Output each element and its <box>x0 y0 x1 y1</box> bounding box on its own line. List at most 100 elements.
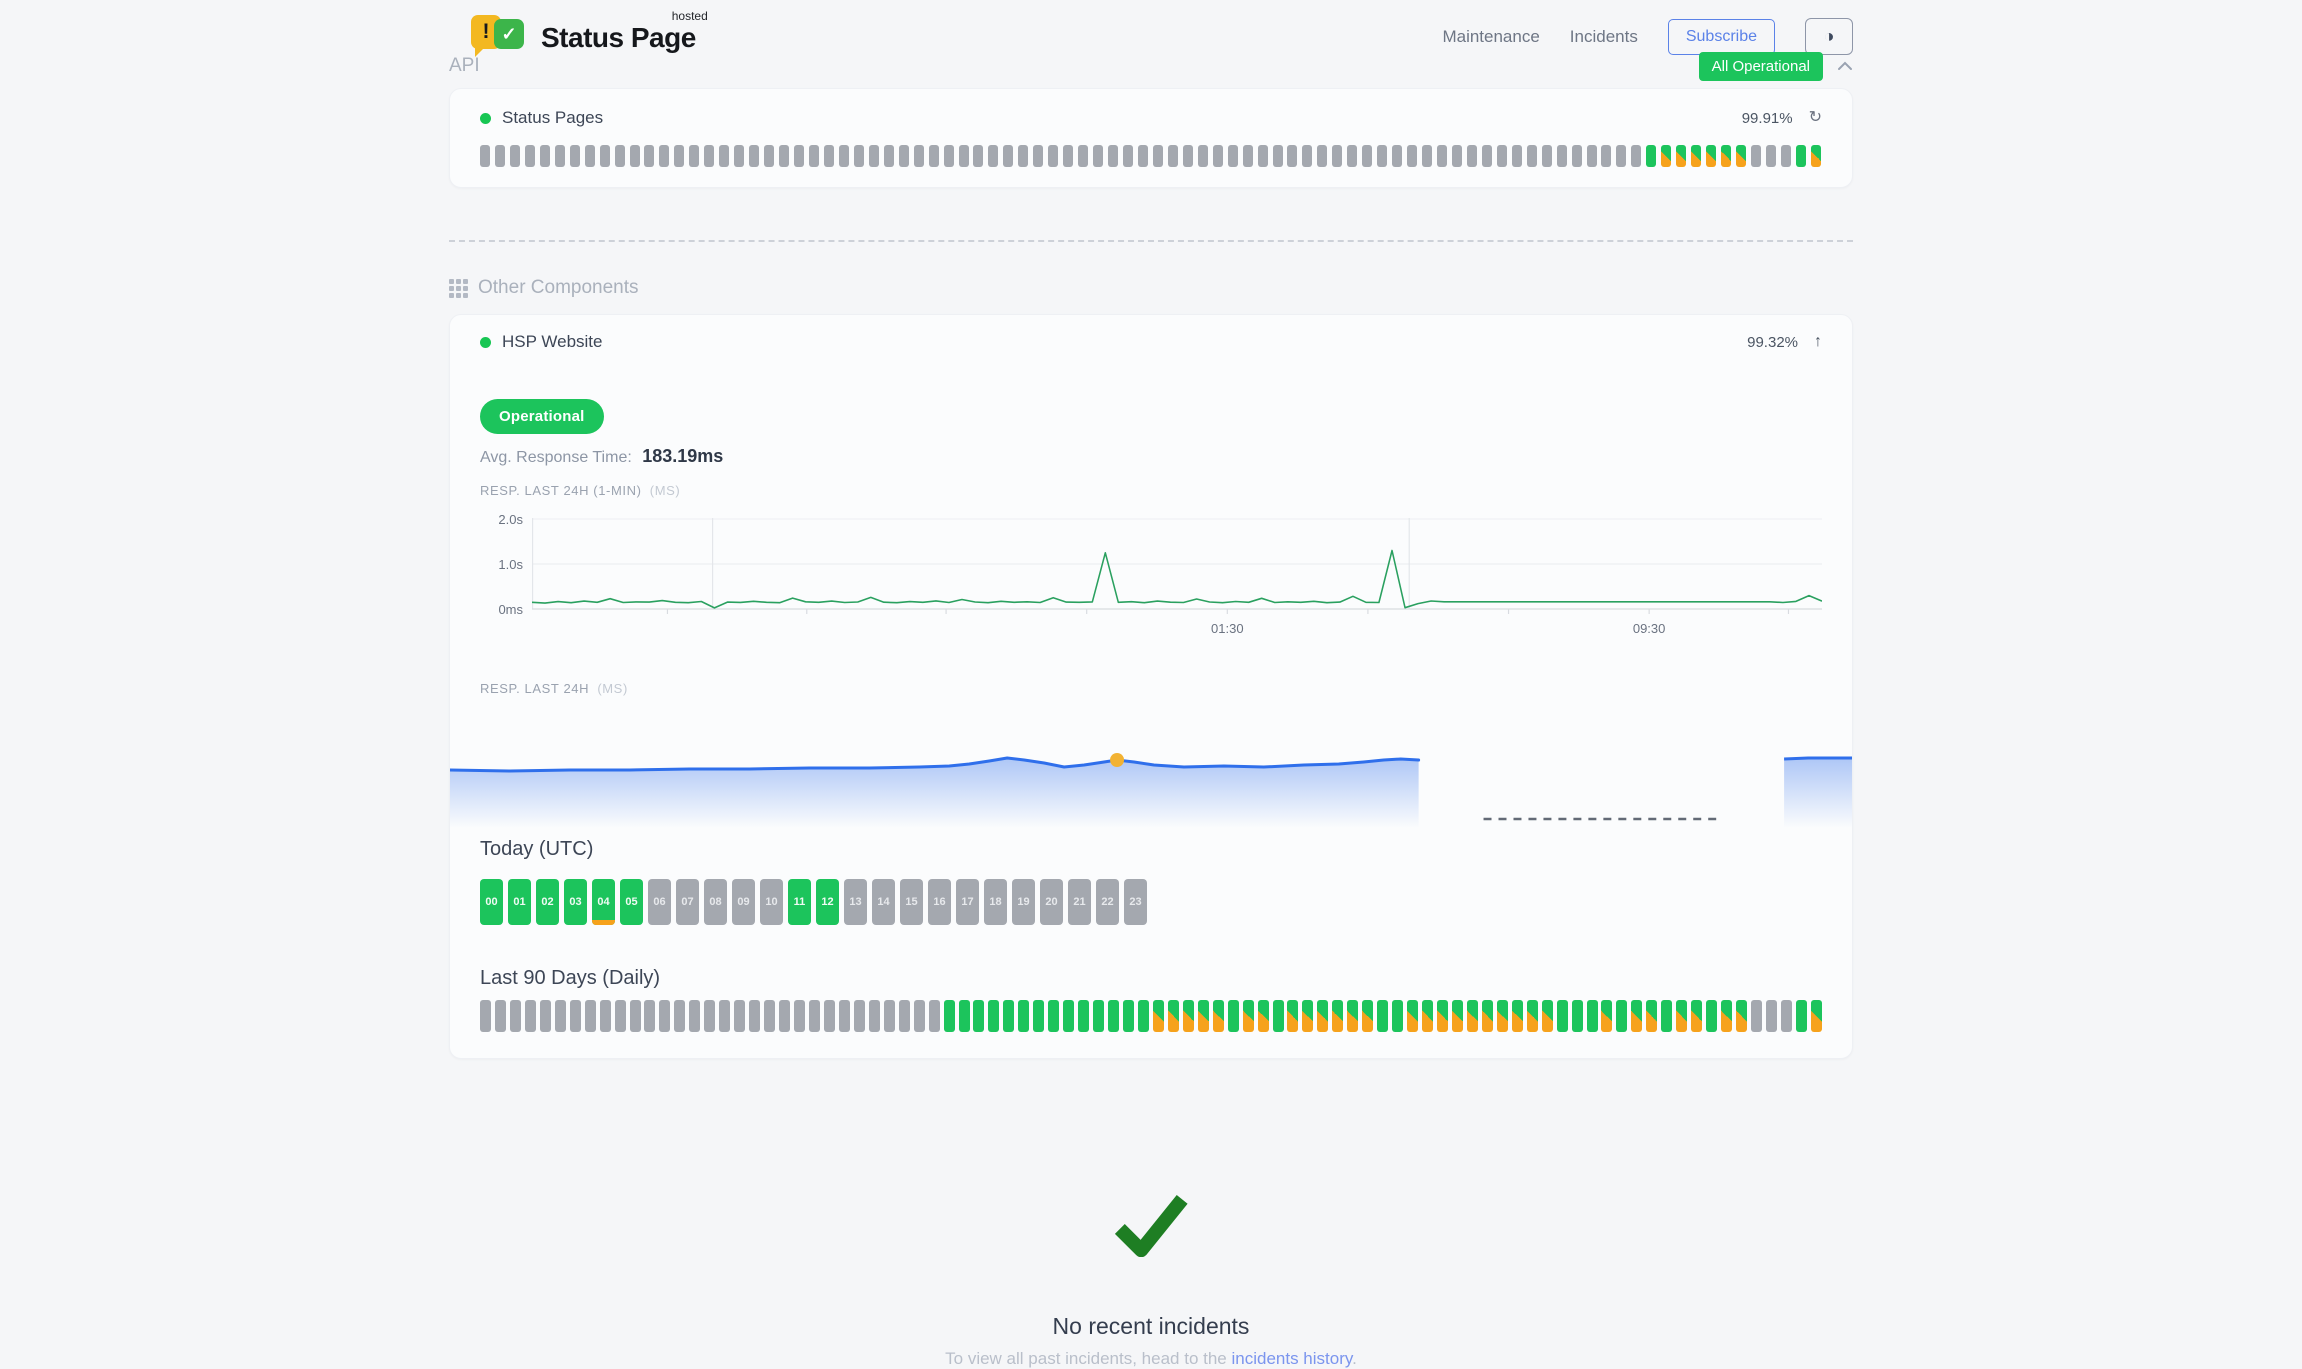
uptime-bar <box>1557 145 1567 167</box>
day-block <box>1467 1000 1478 1032</box>
nav-maintenance[interactable]: Maintenance <box>1442 27 1539 47</box>
day-block <box>1078 1000 1089 1032</box>
day-block <box>1273 1000 1284 1032</box>
day-block <box>839 1000 850 1032</box>
uptime-bar <box>869 145 879 167</box>
day-block <box>1168 1000 1179 1032</box>
uptime-bar <box>1407 145 1417 167</box>
refresh-icon[interactable]: ↻ <box>1809 110 1822 126</box>
day-block <box>480 1000 491 1032</box>
uptime-bar <box>674 145 684 167</box>
uptime-bar <box>1691 145 1701 167</box>
hour-label: 08 <box>709 896 721 908</box>
uptime-percentage: 99.91% <box>1742 110 1793 127</box>
uptime-bar <box>839 145 849 167</box>
day-block <box>854 1000 865 1032</box>
uptime-bar <box>495 145 505 167</box>
hour-label: 12 <box>821 896 833 908</box>
uptime-bar <box>988 145 998 167</box>
uptime-bar <box>600 145 610 167</box>
uptime-bar <box>659 145 669 167</box>
uptime-bar <box>1243 145 1253 167</box>
uptime-bar <box>1168 145 1178 167</box>
big-check-icon <box>1110 1191 1192 1257</box>
day-block <box>1033 1000 1044 1032</box>
day-block <box>659 1000 670 1032</box>
day-block <box>929 1000 940 1032</box>
hour-label: 20 <box>1045 896 1057 908</box>
day-block <box>1527 1000 1538 1032</box>
hour-label: 01 <box>513 896 525 908</box>
subscribe-button[interactable]: Subscribe <box>1668 19 1775 55</box>
day-block <box>1601 1000 1612 1032</box>
brand-name: Status Page hosted <box>541 22 696 54</box>
day-block <box>1108 1000 1119 1032</box>
last-90-days-blocks <box>480 1000 1822 1032</box>
uptime-bar <box>555 145 565 167</box>
hour-block-13: 13 <box>844 879 867 925</box>
theme-toggle-button[interactable]: ◑ <box>1805 18 1853 55</box>
operational-badge: Operational <box>480 399 604 434</box>
uptime-bar <box>1751 145 1761 167</box>
day-block <box>555 1000 566 1032</box>
uptime-bar <box>1796 145 1806 167</box>
day-block <box>1452 1000 1463 1032</box>
uptime-bar <box>1467 145 1477 167</box>
ytick-0ms: 0ms <box>498 602 523 617</box>
uptime-bar <box>809 145 819 167</box>
incidents-subtitle: To view all past incidents, head to the … <box>449 1349 1853 1369</box>
day-block <box>1706 1000 1717 1032</box>
hour-block-17: 17 <box>956 879 979 925</box>
day-block <box>1482 1000 1493 1032</box>
day-block <box>749 1000 760 1032</box>
uptime-bar <box>959 145 969 167</box>
avg-response-value: 183.19ms <box>642 446 723 466</box>
day-block <box>1063 1000 1074 1032</box>
trend-up-icon: ↑ <box>1814 334 1822 350</box>
other-components-title: Other Components <box>478 277 639 299</box>
day-block <box>1512 1000 1523 1032</box>
chart1-xtick: 09:30 <box>1633 621 1666 636</box>
response-chart-24h[interactable] <box>450 708 1852 828</box>
uptime-bar <box>1273 145 1283 167</box>
nav-incidents[interactable]: Incidents <box>1570 27 1638 47</box>
incidents-section: No recent incidents To view all past inc… <box>449 1191 1853 1369</box>
collapse-chevron-icon[interactable] <box>1837 61 1853 71</box>
day-block <box>674 1000 685 1032</box>
uptime-bar <box>734 145 744 167</box>
day-block <box>1183 1000 1194 1032</box>
incidents-history-link[interactable]: incidents history <box>1231 1349 1352 1368</box>
day-block <box>779 1000 790 1032</box>
day-block <box>630 1000 641 1032</box>
day-block <box>1093 1000 1104 1032</box>
day-block <box>1228 1000 1239 1032</box>
uptime-bar <box>899 145 909 167</box>
section-divider <box>449 240 1853 242</box>
day-block <box>944 1000 955 1032</box>
api-uptime-bars <box>480 145 1822 167</box>
uptime-bar <box>1601 145 1611 167</box>
day-block <box>1781 1000 1792 1032</box>
response-chart-1min[interactable]: 2.0s 1.0s 0ms <box>480 518 1822 615</box>
uptime-percentage: 99.32% <box>1747 334 1798 351</box>
brand: ! ✓ Status Page hosted <box>449 12 696 64</box>
uptime-bar <box>689 145 699 167</box>
uptime-bar <box>1198 145 1208 167</box>
uptime-bar <box>1646 145 1656 167</box>
uptime-bar <box>973 145 983 167</box>
hour-block-06: 06 <box>648 879 671 925</box>
resp-24h-unit: (MS) <box>597 681 628 696</box>
day-block <box>1691 1000 1702 1032</box>
component-name-label: HSP Website <box>502 332 602 352</box>
uptime-bar <box>1631 145 1641 167</box>
resp-24h-title: RESP. LAST 24H <box>480 681 589 696</box>
day-block <box>914 1000 925 1032</box>
day-block <box>1631 1000 1642 1032</box>
hour-block-15: 15 <box>900 879 923 925</box>
day-block <box>1542 1000 1553 1032</box>
uptime-bar <box>1392 145 1402 167</box>
hour-label: 11 <box>794 896 806 908</box>
grid-icon <box>449 279 468 298</box>
hour-block-10: 10 <box>760 879 783 925</box>
hour-label: 16 <box>933 896 945 908</box>
